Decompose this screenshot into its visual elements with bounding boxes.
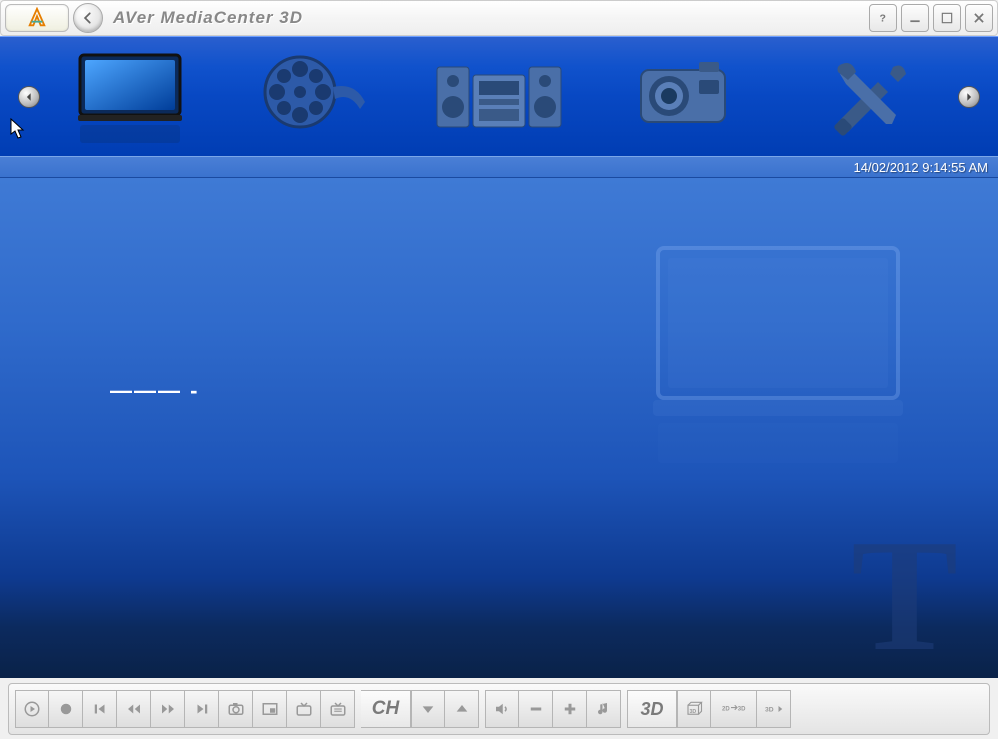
close-button[interactable] (965, 4, 993, 32)
music-note-icon (595, 700, 613, 718)
aver-logo-icon (26, 7, 48, 29)
chevron-down-icon (420, 701, 436, 717)
watermark-letter: T (851, 503, 958, 678)
nav-item-music[interactable] (419, 42, 579, 152)
stereo-icon (429, 47, 569, 147)
pip-button[interactable] (253, 690, 287, 728)
chevron-left-icon (24, 92, 34, 102)
titlebar: AVer MediaCenter 3D ? (0, 0, 998, 36)
convert-2d3d-icon: 2D 3D (719, 700, 749, 718)
format-3d-icon: 3D (763, 700, 785, 718)
skip-previous-icon (91, 700, 109, 718)
rewind-icon (125, 700, 143, 718)
maximize-button[interactable] (933, 4, 961, 32)
nav-scroll-right[interactable] (958, 86, 980, 108)
nav-item-tv[interactable] (50, 42, 210, 152)
box-3d-icon: 3D (684, 700, 704, 718)
volume-down-button[interactable] (519, 690, 553, 728)
channel-group: CH (361, 690, 479, 728)
skip-next-icon (193, 700, 211, 718)
record-button[interactable] (49, 690, 83, 728)
content-area: ——— - T (0, 178, 998, 678)
nav-item-settings[interactable] (788, 42, 948, 152)
record-icon (57, 700, 75, 718)
datetime-display: 14/02/2012 9:14:55 AM (854, 160, 988, 175)
nav-ribbon (0, 36, 998, 156)
svg-text:2D: 2D (722, 707, 730, 713)
svg-text:3D: 3D (690, 709, 697, 715)
pip-icon (261, 700, 279, 718)
nav-item-pictures[interactable] (604, 42, 764, 152)
rewind-button[interactable] (117, 690, 151, 728)
play-button[interactable] (15, 690, 49, 728)
app-title: AVer MediaCenter 3D (113, 8, 865, 28)
snapshot-button[interactable] (219, 690, 253, 728)
svg-text:3D: 3D (737, 707, 745, 713)
maximize-icon (940, 11, 954, 25)
playback-toolbar: CH 3D 3D 2D 3D 3D (8, 683, 990, 735)
threeD-label: 3D (627, 690, 677, 728)
svg-text:?: ? (880, 13, 886, 25)
3d-format-button[interactable]: 3D (757, 690, 791, 728)
mute-button[interactable] (485, 690, 519, 728)
forward-button[interactable] (151, 690, 185, 728)
close-icon (972, 11, 986, 25)
channel-label: CH (361, 690, 411, 728)
tv-icon (70, 47, 190, 147)
tv-small-icon (295, 700, 313, 718)
volume-up-button[interactable] (553, 690, 587, 728)
teletext-button[interactable] (321, 690, 355, 728)
svg-text:3D: 3D (765, 706, 774, 713)
minus-icon (527, 700, 545, 718)
previous-button[interactable] (83, 690, 117, 728)
help-button[interactable]: ? (869, 4, 897, 32)
help-icon: ? (876, 11, 890, 25)
plus-icon (561, 700, 579, 718)
minimize-button[interactable] (901, 4, 929, 32)
channel-down-button[interactable] (411, 690, 445, 728)
back-button[interactable] (73, 3, 103, 33)
no-signal-text: ——— - (110, 378, 199, 404)
minimize-icon (908, 11, 922, 25)
chevron-up-icon (454, 701, 470, 717)
tv-watermark-icon (638, 238, 918, 478)
camera-icon (629, 52, 739, 142)
status-strip: 14/02/2012 9:14:55 AM (0, 156, 998, 178)
chevron-right-icon (964, 92, 974, 102)
tools-icon (818, 52, 918, 142)
fast-forward-icon (159, 700, 177, 718)
nav-item-video[interactable] (235, 42, 395, 152)
teletext-icon (329, 700, 347, 718)
play-icon (23, 700, 41, 718)
app-logo-button[interactable] (5, 4, 69, 32)
3d-box-button[interactable]: 3D (677, 690, 711, 728)
arrow-left-icon (81, 11, 95, 25)
next-button[interactable] (185, 690, 219, 728)
2d3d-toggle-button[interactable]: 2D 3D (711, 690, 757, 728)
playback-group (15, 690, 355, 728)
channel-up-button[interactable] (445, 690, 479, 728)
nav-scroll-left[interactable] (18, 86, 40, 108)
threeD-group: 3D 3D 2D 3D 3D (627, 690, 791, 728)
window-controls: ? (869, 4, 993, 32)
tv-mode-button[interactable] (287, 690, 321, 728)
volume-group (485, 690, 621, 728)
camera-snap-icon (227, 700, 245, 718)
film-reel-icon (255, 47, 375, 147)
audio-button[interactable] (587, 690, 621, 728)
speaker-icon (493, 700, 511, 718)
